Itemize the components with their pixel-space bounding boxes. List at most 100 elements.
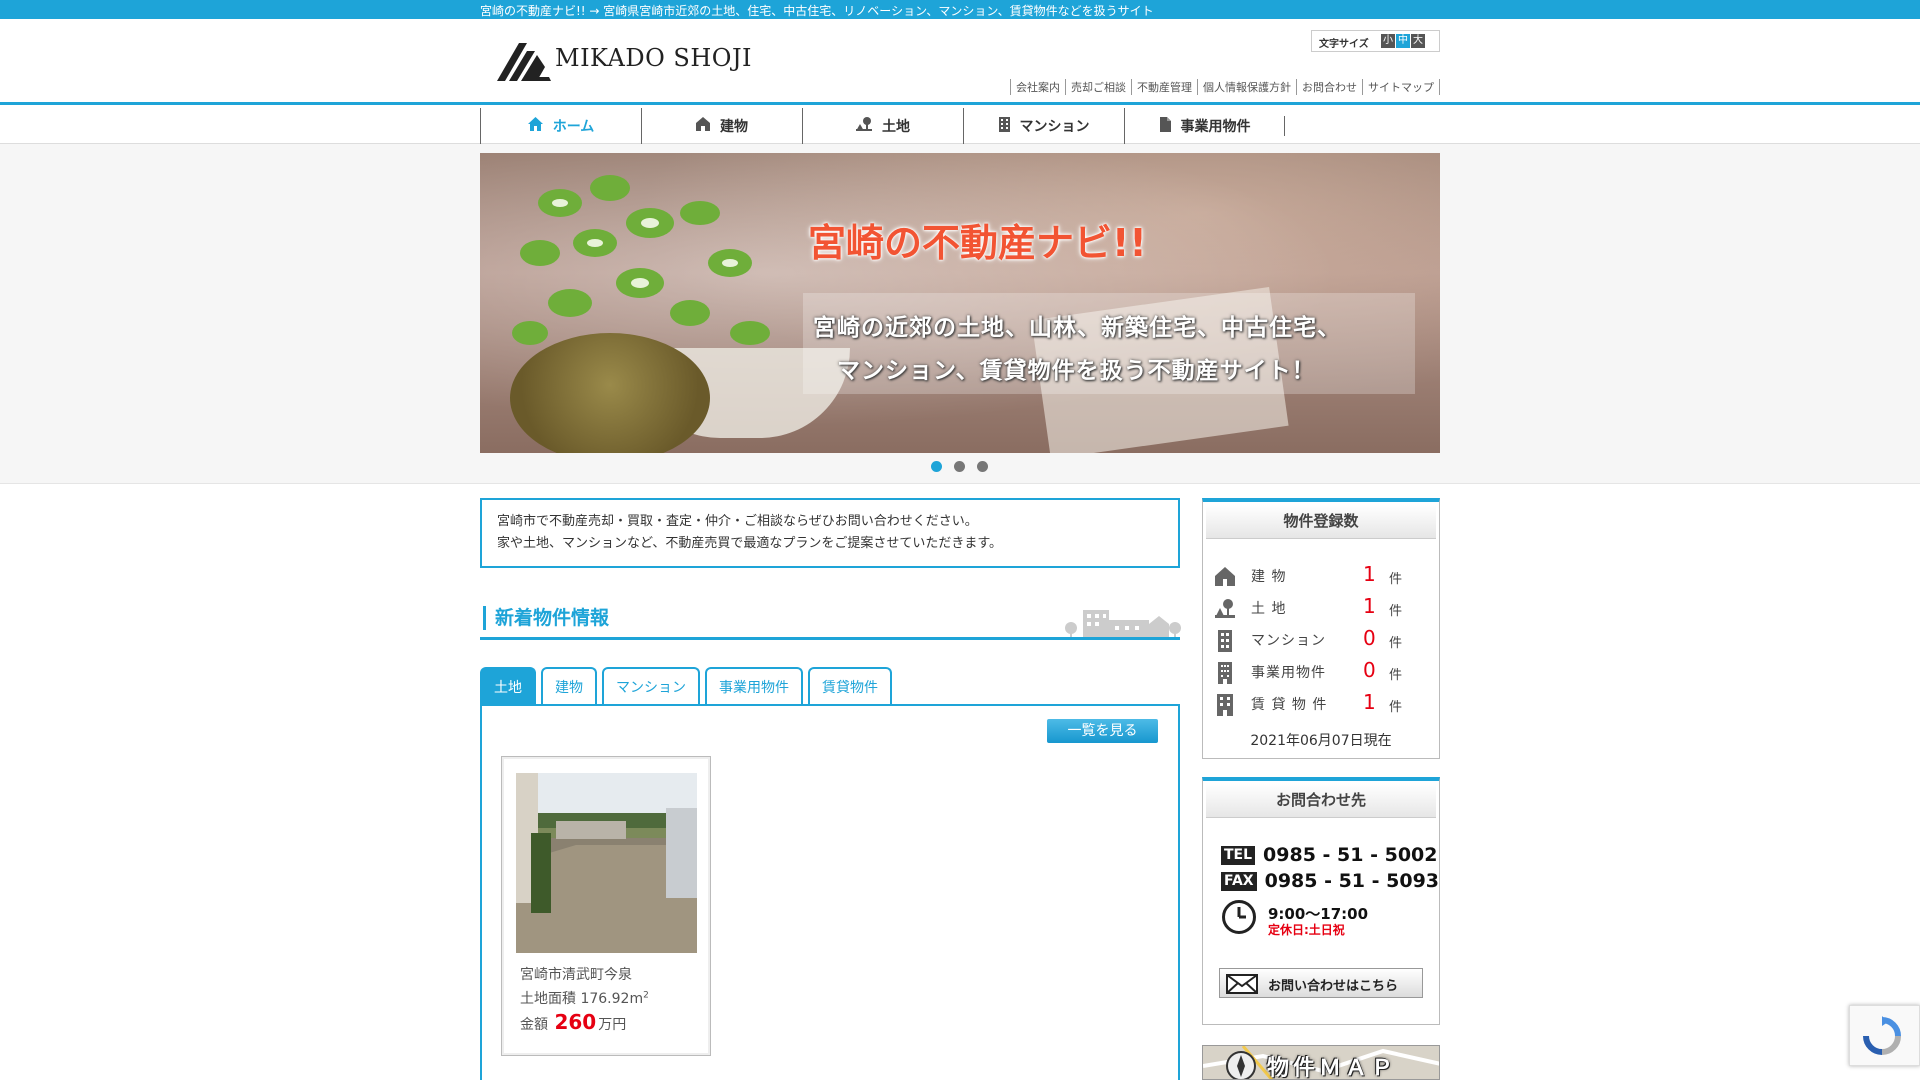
clock-icon [1221, 899, 1257, 939]
land-icon [856, 117, 872, 135]
tel-number[interactable]: 0985 - 51 - 5002 [1263, 844, 1437, 866]
font-size-label: 文字サイズ [1319, 39, 1369, 50]
tel-badge: TEL [1221, 846, 1256, 865]
listing-price-value: 260 [554, 1010, 597, 1034]
listing-tabs: 土地 建物 マンション 事業用物件 賃貸物件 [480, 667, 897, 705]
plant-leaves-image [512, 175, 770, 345]
count-value: 1 [1363, 690, 1376, 714]
count-value: 1 [1363, 562, 1376, 586]
count-value: 0 [1363, 658, 1376, 682]
util-link-sitemap[interactable]: サイトマップ [1362, 79, 1440, 95]
cityscape-icon [1065, 610, 1181, 638]
contact-mail-button[interactable]: お問い合わせはこちら [1219, 968, 1423, 998]
slide-caption-line-1: 宮崎の近郊の土地、山林、新築住宅、中古住宅、 [813, 315, 1341, 341]
mail-icon [1226, 974, 1258, 998]
logo-text: MIKADO SHOJI [555, 44, 753, 72]
house-icon [1215, 566, 1235, 590]
site-tagline: 宮崎の不動産ナビ!! → 宮崎県宮崎市近郊の土地、住宅、中古住宅、リノベーション… [480, 4, 1154, 18]
nav-buildings[interactable]: 建物 [641, 108, 802, 144]
listing-price-label: 金額 [520, 1017, 548, 1033]
listing-area-value: 176.92m [580, 991, 644, 1007]
contact-tel: TEL 0985 - 51 - 5002 [1221, 844, 1437, 866]
nav-business-label: 事業用物件 [1180, 119, 1251, 135]
new-listings-underline [480, 637, 1180, 640]
tab-buildings[interactable]: 建物 [541, 667, 597, 705]
tab-rental[interactable]: 賃貸物件 [808, 667, 892, 705]
util-link-contact[interactable]: お問合わせ [1296, 79, 1362, 95]
count-row-rental: 賃 貸 物 件 1 件 [1215, 690, 1425, 718]
nav-land-label: 土地 [882, 119, 910, 135]
slider-dot-2[interactable] [954, 461, 965, 472]
view-list-button[interactable]: 一覧を見る [1047, 719, 1158, 743]
closed-days: 定休日:土日祝 [1268, 923, 1345, 937]
count-unit: 件 [1389, 636, 1403, 651]
font-size-large-button[interactable]: 大 [1411, 34, 1425, 48]
count-label: 土 地 [1251, 601, 1287, 617]
site-logo[interactable]: MIKADO SHOJI [497, 33, 757, 83]
count-row-mansion: マンション 0 件 [1215, 626, 1425, 656]
contact-fax: FAX 0985 - 51 - 5093 [1221, 870, 1439, 892]
util-link-privacy[interactable]: 個人情報保護方針 [1197, 79, 1296, 95]
intro-line-1: 宮崎市で不動産売却・買取・査定・仲介・ご相談ならぜひお問い合わせください。 [497, 514, 978, 529]
slide-caption-line-2: マンション、賃貸物件を扱う不動産サイト！ [837, 358, 1316, 384]
util-link-company[interactable]: 会社案内 [1010, 79, 1065, 95]
listing-area: 土地面積 176.92m2 [520, 988, 649, 1008]
building-icon [998, 116, 1010, 136]
document-icon [1159, 116, 1171, 136]
count-label: マンション [1251, 633, 1326, 649]
contact-title: お問合わせ先 [1206, 784, 1436, 818]
nav-land[interactable]: 土地 [802, 108, 963, 144]
count-unit: 件 [1389, 572, 1403, 587]
fax-number: 0985 - 51 - 5093 [1264, 870, 1440, 892]
font-size-small-button[interactable]: 小 [1381, 34, 1395, 48]
tab-mansion[interactable]: マンション [602, 667, 700, 705]
nav-mansion[interactable]: マンション [963, 108, 1124, 144]
intro-line-2: 家や土地、マンションなど、不動産売買で最適なプランをご提案させていただきます。 [497, 536, 1003, 551]
intro-box: 宮崎市で不動産売却・買取・査定・仲介・ご相談ならぜひお問い合わせください。 家や… [480, 498, 1180, 568]
nav-buildings-label: 建物 [720, 119, 748, 135]
font-size-medium-button[interactable]: 中 [1396, 34, 1410, 48]
map-banner-text: 物件ＭＡＰ [1267, 1056, 1398, 1080]
listing-area-sup: 2 [643, 990, 649, 1001]
count-row-business: 事業用物件 0 件 [1215, 658, 1425, 686]
fax-badge: FAX [1221, 872, 1257, 891]
contact-box: お問合わせ先 TEL 0985 - 51 - 5002 FAX 0985 - 51 … [1202, 777, 1440, 1025]
count-row-land: 土 地 1 件 [1215, 594, 1425, 622]
listing-price-unit: 万円 [598, 1017, 627, 1033]
count-unit: 件 [1389, 668, 1403, 683]
mikado-logo-icon [497, 43, 551, 81]
listing-address: 宮崎市清武町今泉 [520, 967, 632, 983]
count-label: 賃 貸 物 件 [1251, 697, 1328, 713]
listing-card[interactable]: 宮崎市清武町今泉 土地面積 176.92m2 金額 260 万円 [501, 756, 711, 1056]
font-size-switcher: 文字サイズ 小 中 大 [1311, 30, 1440, 52]
listing-area-label: 土地面積 [520, 991, 576, 1007]
listing-count-title: 物件登録数 [1206, 505, 1436, 539]
building-icon [1215, 630, 1235, 656]
count-unit: 件 [1389, 604, 1403, 619]
listing-photo[interactable] [516, 773, 697, 953]
new-listings-title: 新着物件情報 [483, 606, 609, 630]
header [0, 19, 1920, 105]
tab-land[interactable]: 土地 [480, 667, 536, 705]
slide-title: 宮崎の不動産ナビ!! [808, 221, 1147, 265]
util-link-sell[interactable]: 売却ご相談 [1065, 79, 1131, 95]
slider-dot-3[interactable] [977, 461, 988, 472]
global-nav: ホーム 建物 土地 マンション 事業用物件 [0, 108, 1920, 144]
property-map-banner[interactable]: 物件ＭＡＰ [1202, 1045, 1440, 1080]
util-link-management[interactable]: 不動産管理 [1131, 79, 1197, 95]
count-row-buildings: 建 物 1 件 [1215, 562, 1425, 590]
land-icon [1215, 598, 1235, 622]
count-label: 事業用物件 [1251, 665, 1326, 681]
nav-divider [1284, 116, 1285, 136]
listing-count-box: 物件登録数 建 物 1 件 土 地 1 件 マンション 0 件 事業用物件 0 … [1202, 498, 1440, 759]
slider-dot-1[interactable] [931, 461, 942, 472]
tab-business[interactable]: 事業用物件 [705, 667, 803, 705]
nav-home[interactable]: ホーム [480, 108, 641, 144]
count-unit: 件 [1389, 700, 1403, 715]
recaptcha-badge[interactable] [1849, 1005, 1920, 1066]
nav-business[interactable]: 事業用物件 [1124, 108, 1285, 144]
top-bar: 宮崎の不動産ナビ!! → 宮崎県宮崎市近郊の土地、住宅、中古住宅、リノベーション… [0, 0, 1920, 19]
count-as-of-date: 2021年06月07日現在 [1250, 733, 1392, 749]
nav-mansion-label: マンション [1019, 119, 1090, 135]
count-value: 0 [1363, 626, 1376, 650]
